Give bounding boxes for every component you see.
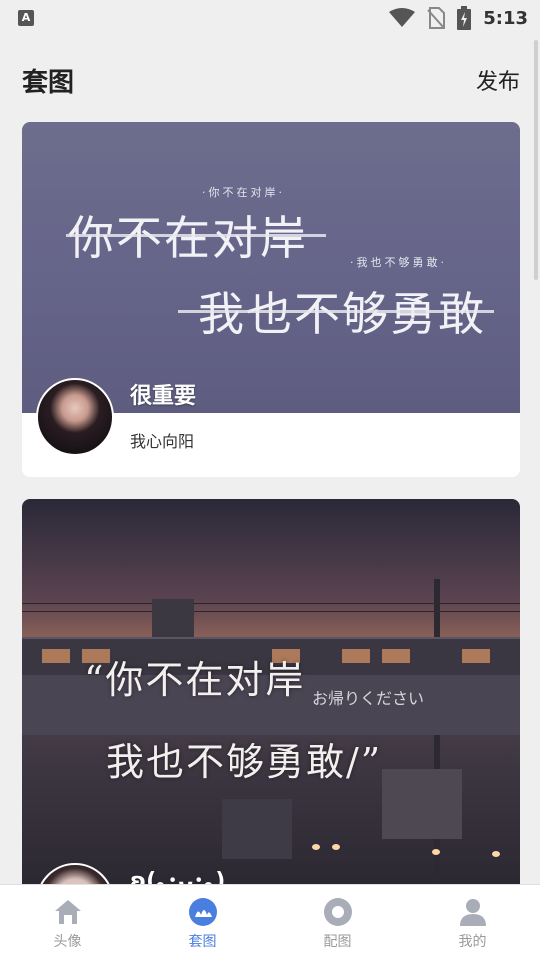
power-line [22,603,520,604]
train-window [42,649,70,663]
nav-item-profile[interactable]: 我的 [405,885,540,960]
album-card[interactable]: ·你不在对岸· 你不在对岸 ·我也不够勇敢· 我也不够勇敢 很重要 我心向阳 [22,122,520,477]
nav-item-images[interactable]: 配图 [270,885,405,960]
cover-text-line2: 我也不够勇敢/” [106,740,383,784]
cover-text-line1: “你不在对岸 [84,658,306,702]
battery-charging-icon [457,6,472,30]
album-cover-image[interactable]: ·你不在对岸· 你不在对岸 ·我也不够勇敢· 我也不够勇敢 [22,122,520,413]
ring-icon [323,897,353,927]
car-light [432,849,440,855]
status-bar: A 5:13 [0,0,540,36]
status-time: 5:13 [483,7,528,29]
accessibility-app-icon: A [18,10,34,26]
cover-small-text-top: ·你不在对岸· [202,186,285,199]
album-card[interactable]: お帰りください “你不在对岸 我也不够勇敢/” ʚ(｡･ᴗ･｡) [22,499,520,884]
train-window [382,649,410,663]
album-feed[interactable]: ·你不在对岸· 你不在对岸 ·我也不够勇敢· 我也不够勇敢 很重要 我心向阳 お… [22,122,520,884]
album-cover-image[interactable]: お帰りください “你不在对岸 我也不够勇敢/” [22,499,520,884]
power-line [22,611,520,612]
nav-label: 套图 [188,934,217,950]
no-sim-icon [427,7,446,29]
nav-item-avatar[interactable]: 头像 [0,885,135,960]
author-name: 我心向阳 [130,432,195,451]
cover-strike-line [178,310,494,313]
cover-small-text-right: ·我也不够勇敢· [350,256,447,269]
person-icon [458,897,488,927]
scrollbar[interactable] [534,40,538,280]
publish-button[interactable]: 发布 [476,64,520,96]
bridge-sign: お帰りください [312,689,425,708]
album-icon [188,897,218,927]
train-window [462,649,490,663]
wifi-icon [389,8,416,27]
page-title: 套图 [22,68,75,98]
nav-item-albums[interactable]: 套图 [135,885,270,960]
building [152,599,194,639]
nav-label: 头像 [53,934,82,950]
nav-label: 配图 [323,934,352,950]
nav-label: 我的 [458,934,487,950]
cover-strike-line [66,234,326,237]
car-light [332,844,340,850]
train-window [342,649,370,663]
car-light [492,851,500,857]
car-light [312,844,320,850]
album-title: ʚ(｡･ᴗ･｡) [130,869,226,884]
house-icon [53,897,83,927]
bottom-navigation: 头像 套图 配图 我的 [0,884,540,960]
author-avatar[interactable] [36,378,114,456]
status-icons: 5:13 [389,6,528,30]
building [222,799,292,859]
app-header: 套图 发布 [0,52,540,108]
album-title: 很重要 [130,384,197,409]
building [382,769,462,839]
